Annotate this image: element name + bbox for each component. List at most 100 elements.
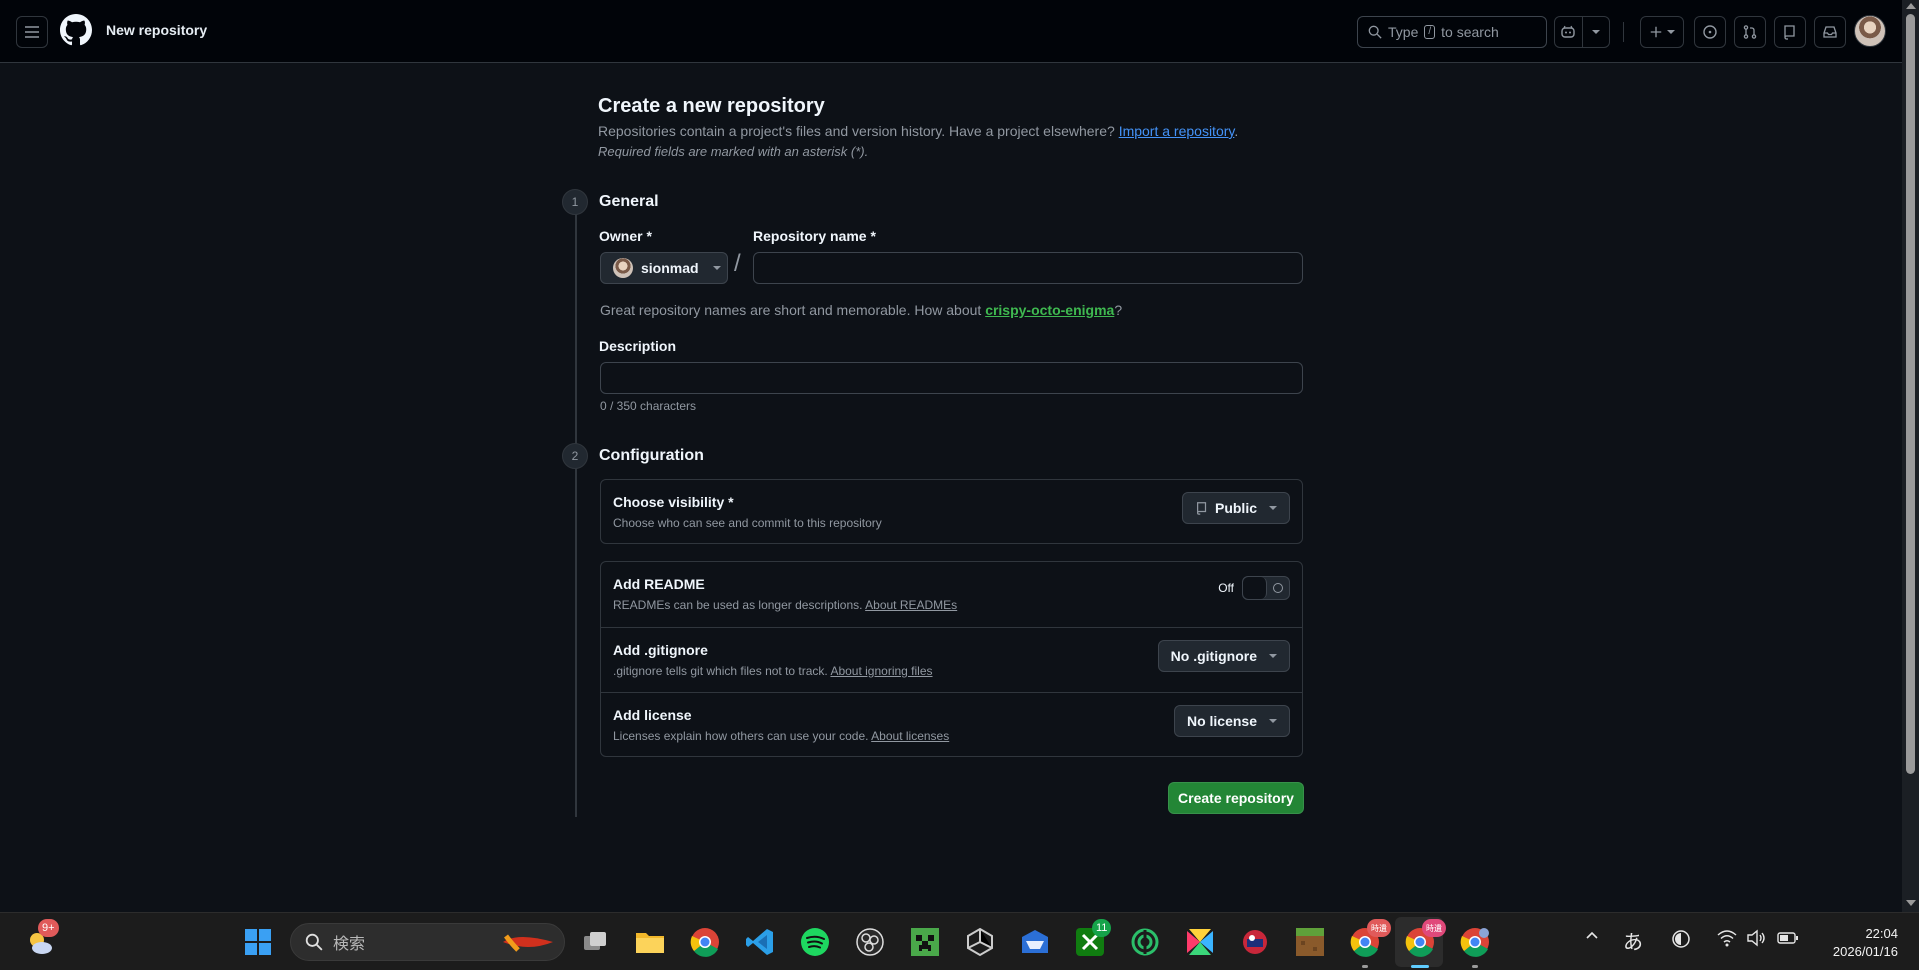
chrome-icon[interactable]: [689, 926, 721, 958]
copilot-icon: [1561, 25, 1576, 38]
clock-time: 22:04: [1865, 926, 1898, 941]
volume-icon[interactable]: [1746, 929, 1766, 952]
git-pull-request-icon: [1743, 25, 1757, 39]
visibility-box: Choose visibility * Choose who can see a…: [600, 479, 1303, 544]
repo-icon: [1784, 25, 1795, 40]
description-label: Description: [599, 338, 677, 354]
visibility-select[interactable]: Public: [1181, 492, 1290, 524]
active-app-indicator: [1411, 965, 1429, 968]
section-configuration-title: Configuration: [599, 447, 704, 464]
inbox-button[interactable]: [1814, 16, 1846, 48]
chrome-profile-badge-1: 時遺: [1367, 919, 1391, 937]
chevron-down-icon: [712, 266, 721, 270]
chrome-profile-icon[interactable]: [1459, 926, 1491, 958]
page-title: Create a new repository: [598, 95, 825, 117]
wifi-icon[interactable]: [1717, 929, 1737, 952]
figma-icon[interactable]: [1184, 926, 1216, 958]
global-search-input[interactable]: Type / to search: [1357, 16, 1547, 48]
gitignore-value: No .gitignore: [1170, 648, 1257, 664]
about-ignoring-files-link[interactable]: About ignoring files: [830, 664, 932, 678]
import-repository-link[interactable]: Import a repository: [1119, 123, 1235, 139]
repo-icon: [1196, 502, 1207, 515]
copilot-button[interactable]: [1555, 17, 1582, 47]
owner-select[interactable]: sionmad: [600, 252, 728, 284]
scroll-thumb[interactable]: [1906, 14, 1915, 774]
search-icon: [1368, 25, 1382, 39]
file-explorer-icon[interactable]: [634, 926, 666, 958]
github-logo-icon[interactable]: [60, 14, 92, 46]
copilot-menu-button[interactable]: [1581, 17, 1609, 47]
readme-toggle-label: Off: [1218, 581, 1234, 595]
search-shortcut-key: /: [1424, 25, 1436, 39]
game-icon[interactable]: [1239, 926, 1271, 958]
about-readmes-link[interactable]: About READMEs: [865, 598, 957, 612]
visibility-desc: Choose who can see and commit to this re…: [613, 516, 882, 530]
obs-icon[interactable]: [854, 926, 886, 958]
page-scrollbar[interactable]: [1902, 0, 1919, 912]
running-app-indicator: [1362, 965, 1368, 968]
gitignore-row: Add .gitignore .gitignore tells git whic…: [601, 627, 1302, 692]
ime-indicator[interactable]: あ: [1623, 926, 1643, 955]
email-icon[interactable]: [1019, 926, 1051, 958]
pull-requests-button[interactable]: [1734, 16, 1766, 48]
license-title: Add license: [613, 707, 692, 723]
license-desc-text: Licenses explain how others can use your…: [613, 729, 869, 743]
readme-toggle-wrap: Off: [1218, 576, 1290, 600]
weather-badge: 9+: [38, 919, 59, 937]
section-general-title: General: [599, 193, 659, 210]
repo-name-input[interactable]: [753, 252, 1303, 284]
hint-text: Great repository names are short and mem…: [600, 302, 982, 318]
chevron-down-icon: [1269, 506, 1277, 510]
license-select[interactable]: No license: [1173, 705, 1290, 737]
focus-assist-icon[interactable]: [1671, 929, 1691, 954]
windows-taskbar: 9+ 検索 11 時遺 時遺 あ 22:04 2026/01/16: [0, 912, 1919, 970]
unity-icon[interactable]: [964, 926, 996, 958]
chevron-down-icon: [1667, 30, 1675, 34]
repo-name-hint: Great repository names are short and mem…: [600, 302, 1122, 318]
required-fields-note: Required fields are marked with an aster…: [598, 144, 869, 159]
owner-avatar: [613, 258, 633, 278]
system-clock[interactable]: 22:04 2026/01/16: [1818, 925, 1898, 961]
task-view-icon[interactable]: [579, 926, 611, 958]
repositories-button[interactable]: [1774, 16, 1806, 48]
license-row: Add license Licenses explain how others …: [601, 692, 1302, 757]
minecraft-icon[interactable]: [909, 926, 941, 958]
chevron-down-icon: [1269, 654, 1277, 658]
global-header: New repository Type / to search: [0, 0, 1902, 63]
readme-row: Add README READMEs can be used as longer…: [601, 562, 1302, 627]
suggested-name-link[interactable]: crispy-octo-enigma: [985, 302, 1114, 318]
readme-toggle[interactable]: [1242, 576, 1290, 600]
steps-timeline: [575, 203, 577, 817]
menu-button[interactable]: [16, 16, 48, 48]
description-input[interactable]: [600, 362, 1303, 394]
visibility-title: Choose visibility *: [613, 494, 734, 510]
inbox-icon: [1823, 26, 1837, 38]
clock-date: 2026/01/16: [1832, 944, 1898, 959]
chili-pepper-icon: [503, 934, 553, 952]
page-context-title[interactable]: New repository: [106, 22, 207, 38]
network-app-icon[interactable]: [1129, 926, 1161, 958]
gitignore-desc: .gitignore tells git which files not to …: [613, 664, 933, 678]
lead-end: .: [1234, 123, 1239, 139]
windows-start-icon[interactable]: [242, 926, 274, 958]
gitignore-select[interactable]: No .gitignore: [1157, 640, 1290, 672]
show-hidden-icons-chevron-icon[interactable]: [1585, 929, 1599, 948]
scroll-down-arrow-icon[interactable]: [1906, 900, 1916, 906]
step-1-badge: 1: [562, 189, 588, 215]
scroll-up-arrow-icon[interactable]: [1906, 3, 1916, 9]
taskbar-search-input[interactable]: 検索: [290, 923, 565, 961]
minecraft-block-icon[interactable]: [1294, 926, 1326, 958]
spotify-icon[interactable]: [799, 926, 831, 958]
user-avatar[interactable]: [1854, 15, 1886, 47]
vscode-icon[interactable]: [744, 926, 776, 958]
search-placeholder-pre: Type: [1388, 24, 1419, 40]
issues-button[interactable]: [1694, 16, 1726, 48]
create-new-button[interactable]: [1640, 16, 1684, 48]
create-repository-button[interactable]: Create repository: [1168, 782, 1304, 814]
description-char-count: 0 / 350 characters: [600, 399, 697, 413]
header-divider: [1623, 22, 1624, 42]
chrome-profile-badge-2: 時遺: [1422, 919, 1446, 937]
hint-end: ?: [1114, 302, 1123, 318]
about-licenses-link[interactable]: About licenses: [871, 729, 949, 743]
battery-icon[interactable]: [1777, 929, 1799, 952]
